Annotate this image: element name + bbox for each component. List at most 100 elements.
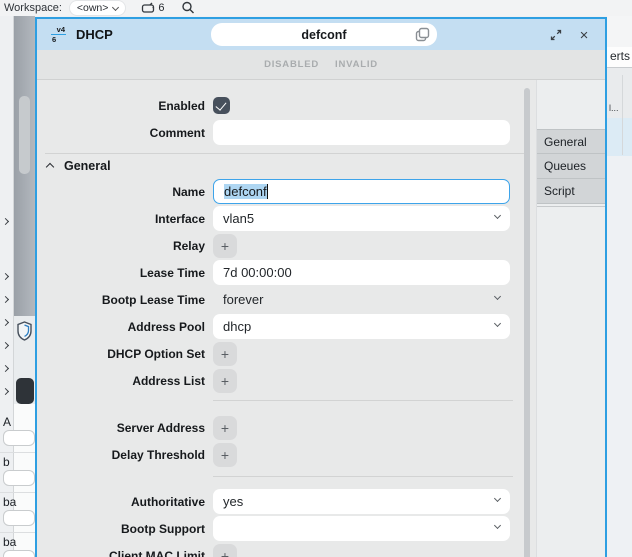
background-cell-text: l...: [607, 98, 632, 118]
printer-icon: [142, 2, 155, 13]
chevron-right-icon[interactable]: [1, 341, 10, 350]
address-pool-select[interactable]: dhcp: [213, 314, 510, 339]
chevron-right-icon[interactable]: [1, 295, 10, 304]
address-pool-label: Address Pool: [127, 319, 205, 334]
form-row-comment: Comment: [37, 119, 536, 146]
close-icon: ×: [579, 26, 589, 44]
text-caret: [267, 184, 269, 199]
background-input: [3, 510, 35, 526]
comment-input[interactable]: [213, 120, 510, 145]
windows-count: 6: [158, 2, 165, 14]
server-address-add-button[interactable]: +: [213, 415, 237, 440]
divider: [45, 153, 528, 154]
status-invalid: INVALID: [335, 59, 378, 70]
authoritative-select[interactable]: yes: [213, 489, 510, 514]
chevron-right-icon[interactable]: [1, 364, 10, 373]
divider: [622, 75, 623, 155]
name-input[interactable]: defconf: [213, 179, 510, 204]
background-scrollbar[interactable]: [19, 96, 30, 174]
background-row-label: ba: [3, 495, 17, 509]
section-title: General: [64, 158, 111, 173]
form-row-dhcp-option-set: DHCP Option Set +: [37, 340, 536, 367]
background-right-panel: erts l...: [607, 0, 632, 557]
form-row-interface: Interface vlan5: [37, 205, 536, 232]
chevron-right-icon[interactable]: [1, 272, 10, 281]
divider: [0, 492, 35, 493]
client-mac-limit-label: Client MAC Limit: [109, 548, 205, 557]
form-row-server-address: Server Address +: [37, 414, 536, 441]
comment-label: Comment: [149, 125, 205, 140]
ip-version-icon: v4 6: [50, 24, 66, 44]
relay-label: Relay: [172, 238, 205, 253]
workspace-select[interactable]: <own>: [69, 1, 126, 15]
relay-add-button[interactable]: +: [213, 233, 237, 258]
chevron-down-icon: [493, 292, 502, 301]
search-icon: [181, 1, 194, 14]
bootp-lease-time-label: Bootp Lease Time: [101, 292, 205, 307]
enabled-label: Enabled: [158, 98, 205, 113]
close-button[interactable]: ×: [575, 26, 593, 44]
lease-time-label: Lease Time: [139, 265, 205, 280]
form-row-bootp-lease-time: Bootp Lease Time forever: [37, 286, 536, 313]
tab-queues[interactable]: Queues: [537, 154, 605, 179]
address-list-label: Address List: [132, 373, 205, 388]
form-row-address-pool: Address Pool dhcp: [37, 313, 536, 340]
dhcp-form: Enabled Comment General Name defconf Int…: [37, 80, 536, 557]
divider: [213, 476, 513, 477]
address-list-add-button[interactable]: +: [213, 368, 237, 393]
background-input: [3, 550, 35, 557]
delay-threshold-label: Delay Threshold: [111, 447, 205, 462]
background-tab-partial[interactable]: erts: [607, 47, 632, 67]
delay-threshold-add-button[interactable]: +: [213, 442, 237, 467]
expand-icon: [550, 29, 562, 41]
background-row-label: ba: [3, 535, 17, 549]
expand-button[interactable]: [547, 26, 565, 44]
chevron-down-icon: [493, 211, 502, 220]
collapse-icon: [45, 162, 55, 172]
status-bar: DISABLED INVALID: [37, 50, 605, 80]
bootp-lease-time-select[interactable]: forever: [213, 287, 510, 312]
divider: [0, 532, 35, 533]
chevron-down-icon: [493, 521, 502, 530]
tab-script[interactable]: Script: [537, 179, 605, 204]
form-row-bootp-support: Bootp Support: [37, 515, 536, 542]
section-general[interactable]: General: [45, 158, 536, 173]
authoritative-label: Authoritative: [130, 494, 205, 509]
form-row-client-mac-limit: Client MAC Limit +: [37, 542, 536, 557]
divider: [537, 206, 605, 207]
client-mac-limit-add-button[interactable]: +: [213, 543, 237, 557]
dialog-header[interactable]: v4 6 DHCP defconf ×: [37, 19, 605, 50]
top-toolbar: Workspace: <own> 6: [0, 0, 632, 16]
copy-icon[interactable]: [415, 27, 430, 42]
interface-select[interactable]: vlan5: [213, 206, 510, 231]
form-scrollbar[interactable]: [524, 88, 530, 557]
dhcp-dialog: v4 6 DHCP defconf × DISABLED INVALID Enab…: [35, 17, 607, 557]
form-row-name: Name defconf: [37, 178, 536, 205]
background-dark-icon: [16, 378, 34, 404]
form-row-relay: Relay +: [37, 232, 536, 259]
chevron-down-icon: [493, 494, 502, 503]
form-row-lease-time: Lease Time: [37, 259, 536, 286]
dhcp-option-set-add-button[interactable]: +: [213, 341, 237, 366]
form-row-address-list: Address List +: [37, 367, 536, 394]
chevron-right-icon[interactable]: [1, 217, 10, 226]
form-row-enabled: Enabled: [37, 92, 536, 119]
shield-icon: [17, 321, 32, 341]
bootp-support-select[interactable]: [213, 516, 510, 541]
status-disabled: DISABLED: [264, 59, 320, 70]
chevron-right-icon[interactable]: [1, 318, 10, 327]
enabled-checkbox[interactable]: [213, 97, 230, 114]
windows-button[interactable]: 6: [141, 2, 165, 15]
chevron-down-icon: [493, 319, 502, 328]
chevron-right-icon[interactable]: [1, 387, 10, 396]
divider: [213, 400, 513, 401]
dialog-title: DHCP: [76, 27, 113, 42]
tab-general[interactable]: General: [537, 129, 605, 154]
workspace-label: Workspace:: [4, 2, 62, 14]
form-row-authoritative: Authoritative yes: [37, 488, 536, 515]
search-button[interactable]: [181, 1, 195, 15]
dialog-name-input[interactable]: defconf: [211, 23, 437, 46]
background-row-label: b: [3, 455, 10, 469]
lease-time-input[interactable]: [213, 260, 510, 285]
form-row-delay-threshold: Delay Threshold +: [37, 441, 536, 468]
